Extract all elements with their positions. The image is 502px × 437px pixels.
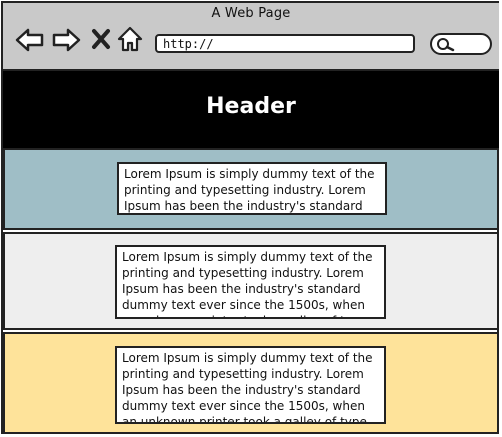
content-section-3: Lorem Ipsum is simply dummy text of the … [3,332,499,434]
section-text-box: Lorem Ipsum is simply dummy text of the … [115,346,386,424]
header-title: Header [206,94,296,119]
content-section-2: Lorem Ipsum is simply dummy text of the … [3,232,499,330]
browser-toolbar: A Web Page http:// [3,3,499,71]
search-input[interactable] [430,33,492,55]
search-icon[interactable] [436,37,456,57]
url-text: http:// [163,37,214,51]
forward-arrow-icon[interactable] [51,27,81,53]
section-text-box: Lorem Ipsum is simply dummy text of the … [115,245,386,319]
home-icon[interactable] [117,25,143,53]
back-arrow-icon[interactable] [15,27,45,53]
content-section-1: Lorem Ipsum is simply dummy text of the … [3,148,499,230]
section-text-box: Lorem Ipsum is simply dummy text of the … [117,162,387,215]
close-icon[interactable] [91,28,111,50]
header-banner: Header [3,71,499,148]
window-title: A Web Page [211,6,291,21]
url-input[interactable]: http:// [155,34,415,53]
section-text: Lorem Ipsum is simply dummy text of the … [122,250,373,317]
section-text: Lorem Ipsum is simply dummy text of the … [122,351,373,424]
section-text: Lorem Ipsum is simply dummy text of the … [124,167,375,213]
